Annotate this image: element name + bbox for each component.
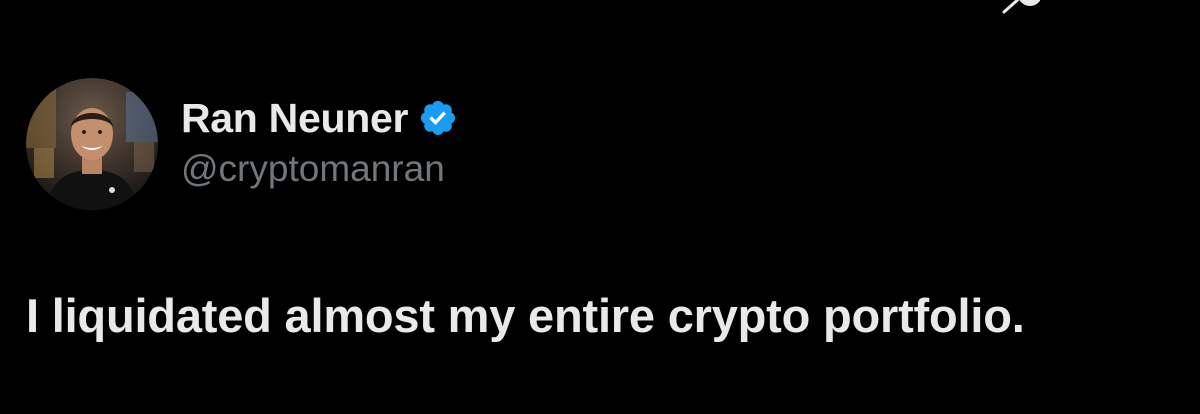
name-row: Ran Neuner: [181, 92, 458, 144]
tweet-text: I liquidated almost my entire crypto por…: [26, 289, 1025, 342]
tweet-card: Ran Neuner @cryptomanran I liquidated al…: [0, 0, 1200, 414]
verified-badge-icon: [421, 100, 456, 136]
display-name[interactable]: Ran Neuner: [181, 95, 408, 142]
author-info: Ran Neuner @cryptomanran: [181, 92, 458, 190]
author-handle[interactable]: @cryptomanran: [181, 148, 458, 190]
profile-photo-icon: [26, 78, 158, 210]
avatar[interactable]: [26, 78, 158, 210]
partial-top-icon: [1002, 0, 1040, 14]
